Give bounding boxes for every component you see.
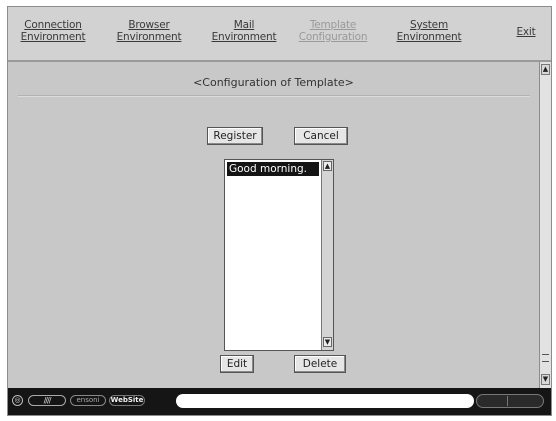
browser-window: Connection Environment Browser Environme… <box>7 6 552 416</box>
brand-logo: WebSite <box>109 395 145 406</box>
nav-label-line1: Browser <box>128 19 170 31</box>
cancel-button[interactable]: Cancel <box>294 127 348 145</box>
environment-nav: Connection Environment Browser Environme… <box>8 7 551 62</box>
status-chip: ensoni <box>70 395 106 406</box>
divider <box>18 95 530 97</box>
edit-button[interactable]: Edit <box>220 355 254 373</box>
nav-label-line1: Template <box>309 19 357 31</box>
nav-label-line2: Configuration <box>298 31 368 43</box>
nav-label-line1: System <box>410 19 448 31</box>
nav-exit[interactable]: Exit <box>513 26 539 38</box>
nav-system-environment[interactable]: System Environment <box>396 19 462 43</box>
nav-connection-environment[interactable]: Connection Environment <box>18 19 88 43</box>
nav-mail-environment[interactable]: Mail Environment <box>211 19 277 43</box>
nav-label-line2: Environment <box>211 31 277 43</box>
nav-label-line2: Environment <box>116 31 182 43</box>
page-scrollbar[interactable]: ▲ ▼ <box>539 62 551 388</box>
nav-label-line1: Mail <box>233 19 255 31</box>
nav-template-configuration: Template Configuration <box>296 19 370 43</box>
delete-button[interactable]: Delete <box>294 355 346 373</box>
scroll-down-arrow-icon[interactable]: ▼ <box>541 374 550 385</box>
nav-browser-environment[interactable]: Browser Environment <box>116 19 182 43</box>
navigation-controls[interactable] <box>476 394 544 408</box>
page-title: <Configuration of Template> <box>193 76 354 89</box>
power-icon[interactable]: ◎ <box>12 395 23 406</box>
status-bar: ◎ //// ensoni WebSite <box>8 388 551 415</box>
template-list-scrollbar[interactable]: ▲ ▼ <box>321 160 333 350</box>
template-list-item[interactable]: Good morning. <box>227 162 319 176</box>
nav-label-line2: Environment <box>396 31 462 43</box>
register-button[interactable]: Register <box>207 127 263 145</box>
url-field[interactable] <box>176 394 474 408</box>
scroll-up-arrow-icon[interactable]: ▲ <box>323 161 332 171</box>
nav-label-line2: Environment <box>20 31 86 43</box>
wave-logo-icon: //// <box>28 395 66 406</box>
scroll-up-arrow-icon[interactable]: ▲ <box>541 64 550 75</box>
scroll-grip[interactable] <box>542 354 549 362</box>
nav-label-line1: Connection <box>24 19 82 31</box>
template-list[interactable]: Good morning. ▲ ▼ <box>224 159 334 351</box>
content-area: <Configuration of Template> Register Can… <box>8 62 539 388</box>
scroll-down-arrow-icon[interactable]: ▼ <box>323 337 332 347</box>
